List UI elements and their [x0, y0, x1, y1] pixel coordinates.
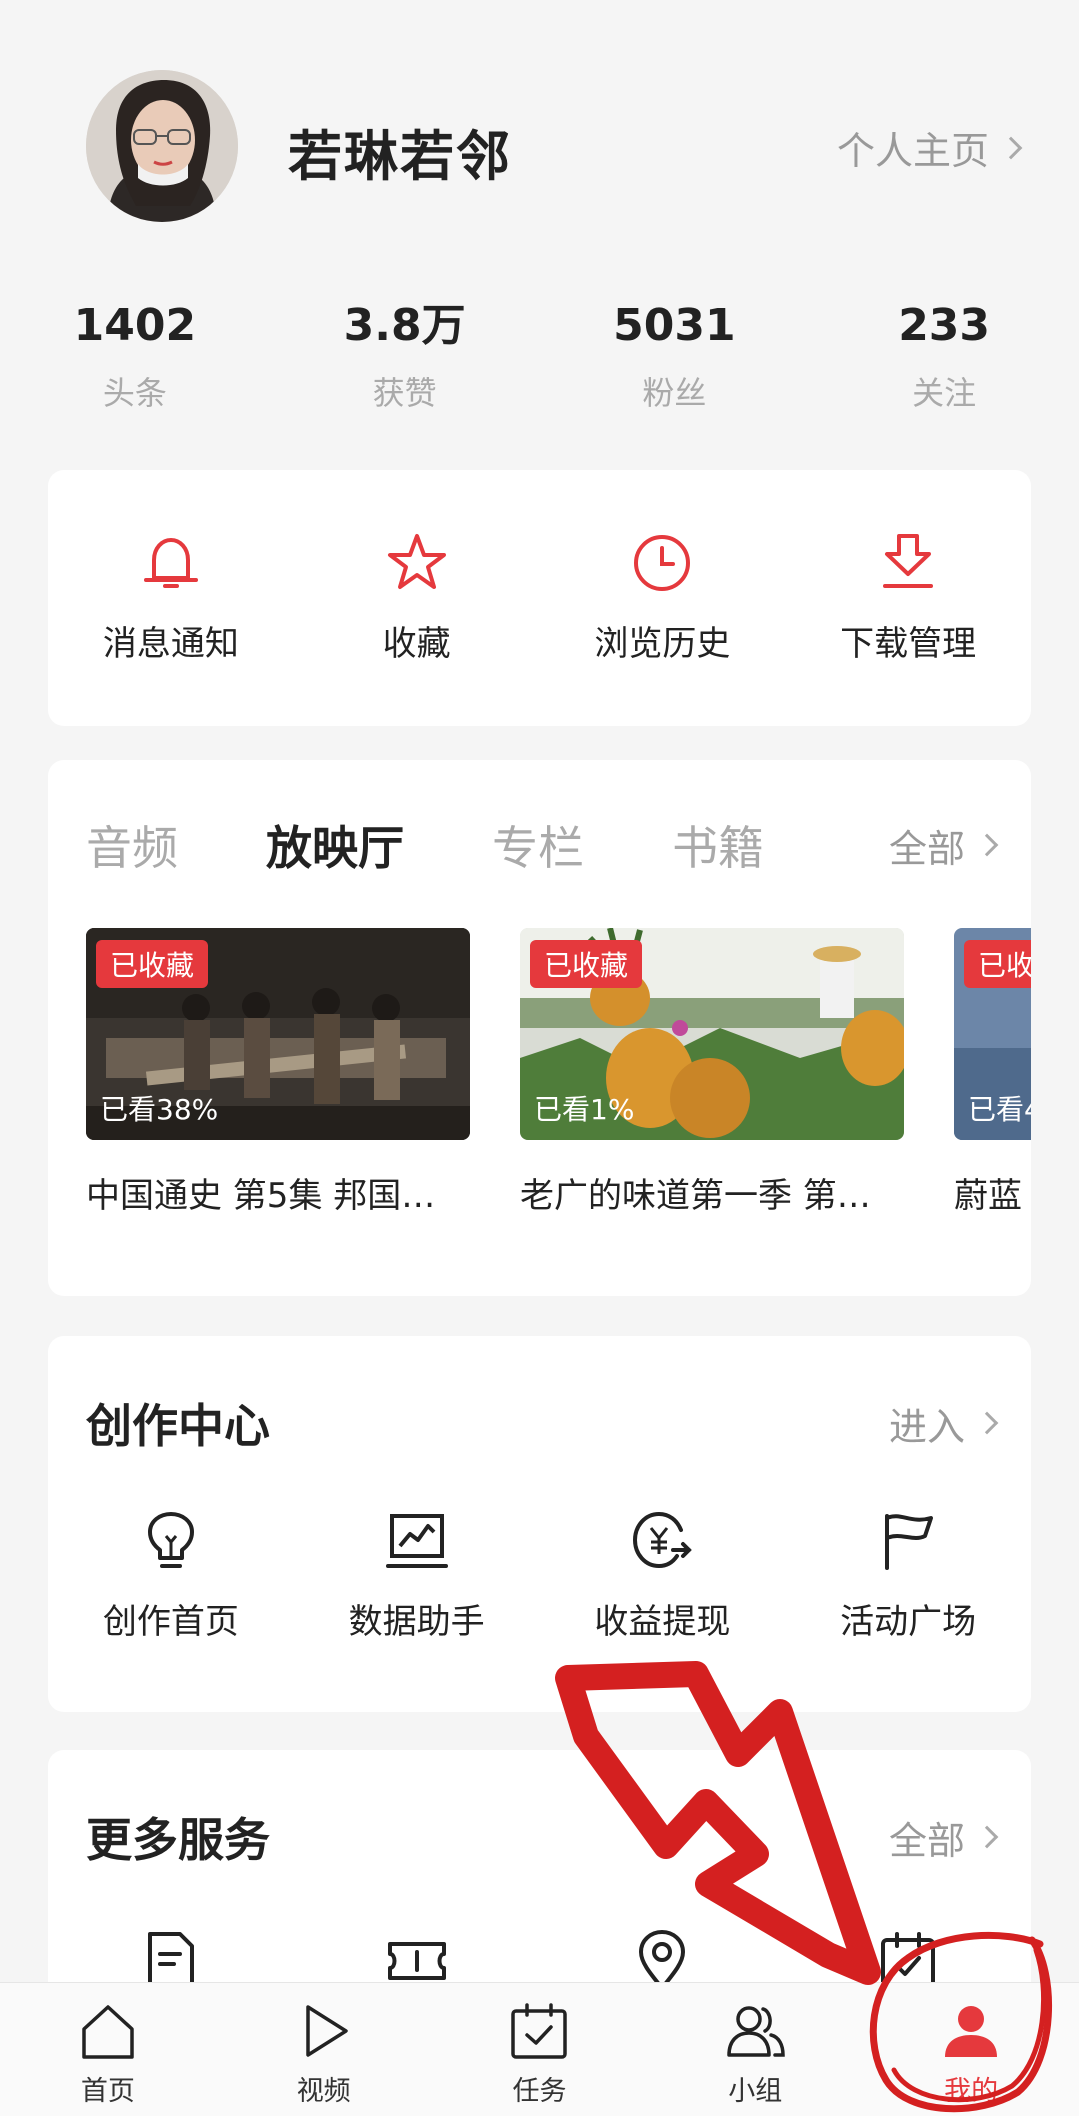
creation-item-label: 收益提现 — [594, 1602, 731, 1642]
star-icon — [387, 534, 446, 589]
watch-progress: 已看1% — [534, 1093, 635, 1126]
stat-value: 3.8万 — [343, 300, 466, 351]
person-icon — [945, 2006, 998, 2057]
media-item[interactable]: 已收 已看4 蔚蓝 — [954, 928, 1031, 1217]
tabbar-home[interactable]: 首页 — [0, 1983, 216, 2116]
flag-icon — [885, 1514, 934, 1570]
chevron-right-icon — [975, 1825, 999, 1849]
media-title: 中国通史 第5集 邦国… — [86, 1176, 436, 1216]
creation-item-label: 活动广场 — [840, 1602, 977, 1642]
section-title: 更多服务 — [86, 1813, 270, 1867]
creation-item-label: 数据助手 — [348, 1602, 485, 1642]
stat-label: 获赞 — [372, 374, 437, 412]
stat-headlines[interactable]: 1402 头条 — [0, 300, 270, 414]
tab-screening-room[interactable]: 放映厅 — [266, 812, 404, 878]
media-all-label: 全部 — [888, 826, 965, 871]
homepage-link-label: 个人主页 — [836, 129, 989, 173]
tabbar-tasks[interactable]: 任务 — [432, 1983, 648, 2116]
media-tabs: 音频 放映厅 专栏 书籍 全部 — [86, 812, 999, 878]
bell-icon — [143, 538, 198, 588]
tabbar-label: 小组 — [728, 2076, 783, 2107]
tabbar-label: 视频 — [296, 2076, 351, 2107]
section-title: 创作中心 — [86, 1399, 270, 1453]
stat-label: 粉丝 — [642, 374, 707, 412]
tab-column[interactable]: 专栏 — [492, 812, 584, 878]
username: 若琳若邻 — [288, 125, 512, 188]
tabbar-groups[interactable]: 小组 — [647, 1983, 863, 2116]
tabbar-label: 任务 — [512, 2076, 567, 2107]
creation-events[interactable]: 活动广场 — [785, 1506, 1031, 1643]
clock-icon — [634, 535, 691, 591]
watch-progress: 已看38% — [100, 1093, 219, 1126]
stat-value: 233 — [898, 300, 991, 351]
quick-action-favorites[interactable]: 收藏 — [294, 528, 540, 665]
stat-value: 5031 — [613, 300, 736, 351]
quick-action-label: 浏览历史 — [594, 624, 731, 664]
quick-action-downloads[interactable]: 下载管理 — [785, 528, 1031, 665]
quick-actions-card: 消息通知 收藏 浏览历史 下载管理 — [48, 470, 1031, 726]
media-item[interactable]: 已收藏 已看1% 老广的味道第一季 第… — [520, 928, 904, 1217]
media-all-link[interactable]: 全部 — [888, 818, 999, 873]
tabbar-label: 我的 — [944, 2076, 999, 2107]
stat-label: 关注 — [912, 374, 977, 412]
watch-progress: 已看4 — [968, 1093, 1031, 1126]
quick-action-label: 收藏 — [382, 624, 451, 664]
creation-data-assistant[interactable]: 数据助手 — [294, 1506, 540, 1643]
tabbar-me[interactable]: 我的 — [863, 1983, 1079, 2116]
quick-action-label: 消息通知 — [102, 624, 239, 664]
media-card: 音频 放映厅 专栏 书籍 全部 已收藏 已看38% 中国通史 第5集 邦国… 已… — [48, 760, 1031, 1296]
chevron-right-icon — [999, 136, 1023, 159]
yuan-coin-icon — [633, 1511, 693, 1569]
stat-following[interactable]: 233 关注 — [809, 300, 1079, 414]
creation-home[interactable]: 创作首页 — [48, 1506, 294, 1643]
bottom-tab-bar: 首页 视频 任务 小组 我的 — [0, 1982, 1079, 2116]
quick-action-notifications[interactable]: 消息通知 — [48, 528, 294, 665]
profile-header: 若琳若邻 个人主页 1402 头条 3.8万 获赞 5031 粉丝 233 关注 — [0, 0, 1079, 460]
stat-followers[interactable]: 5031 粉丝 — [540, 300, 810, 414]
section-link-label: 全部 — [888, 1818, 965, 1863]
media-thumbnail: 已收 已看4 — [954, 928, 1031, 1140]
lightbulb-icon — [147, 1512, 194, 1568]
more-services-all-link[interactable]: 全部 — [888, 1810, 999, 1865]
quick-action-history[interactable]: 浏览历史 — [540, 528, 786, 665]
tabbar-video[interactable]: 视频 — [216, 1983, 432, 2116]
download-icon — [883, 534, 934, 588]
media-title: 老广的味道第一季 第… — [520, 1176, 871, 1216]
quick-action-label: 下载管理 — [840, 624, 977, 664]
media-thumbnail: 已收藏 已看1% — [520, 928, 904, 1140]
favorited-badge: 已收 — [964, 940, 1031, 988]
stat-likes[interactable]: 3.8万 获赞 — [270, 300, 540, 414]
home-icon — [82, 2005, 134, 2059]
favorited-badge: 已收藏 — [96, 940, 209, 988]
chevron-right-icon — [975, 833, 999, 857]
creation-center-enter-link[interactable]: 进入 — [888, 1396, 999, 1451]
creation-earnings[interactable]: 收益提现 — [540, 1506, 786, 1643]
media-thumbnail: 已收藏 已看38% — [86, 928, 470, 1140]
creation-center-card: 创作中心 进入 创作首页 数据助手 收益提现 活动广场 — [48, 1336, 1031, 1712]
media-list: 已收藏 已看38% 中国通史 第5集 邦国… 已收藏 已看1% 老广的味道第一季… — [86, 928, 1031, 1228]
tab-books[interactable]: 书籍 — [672, 812, 764, 878]
group-icon — [727, 2006, 786, 2057]
media-item[interactable]: 已收藏 已看38% 中国通史 第5集 邦国… — [86, 928, 470, 1217]
chevron-right-icon — [975, 1411, 999, 1435]
tabbar-label: 首页 — [80, 2076, 135, 2107]
chart-icon — [385, 1514, 448, 1568]
tab-audio[interactable]: 音频 — [86, 812, 178, 878]
play-icon — [305, 2005, 348, 2057]
avatar[interactable] — [86, 70, 238, 222]
favorited-badge: 已收藏 — [530, 940, 643, 988]
task-icon — [511, 2003, 568, 2059]
stats-row: 1402 头条 3.8万 获赞 5031 粉丝 233 关注 — [0, 300, 1079, 414]
section-link-label: 进入 — [888, 1404, 965, 1449]
creation-item-label: 创作首页 — [102, 1602, 239, 1642]
stat-value: 1402 — [73, 300, 197, 351]
media-title: 蔚蓝 — [954, 1176, 1022, 1216]
stat-label: 头条 — [102, 374, 167, 412]
homepage-link[interactable]: 个人主页 — [836, 120, 1023, 175]
